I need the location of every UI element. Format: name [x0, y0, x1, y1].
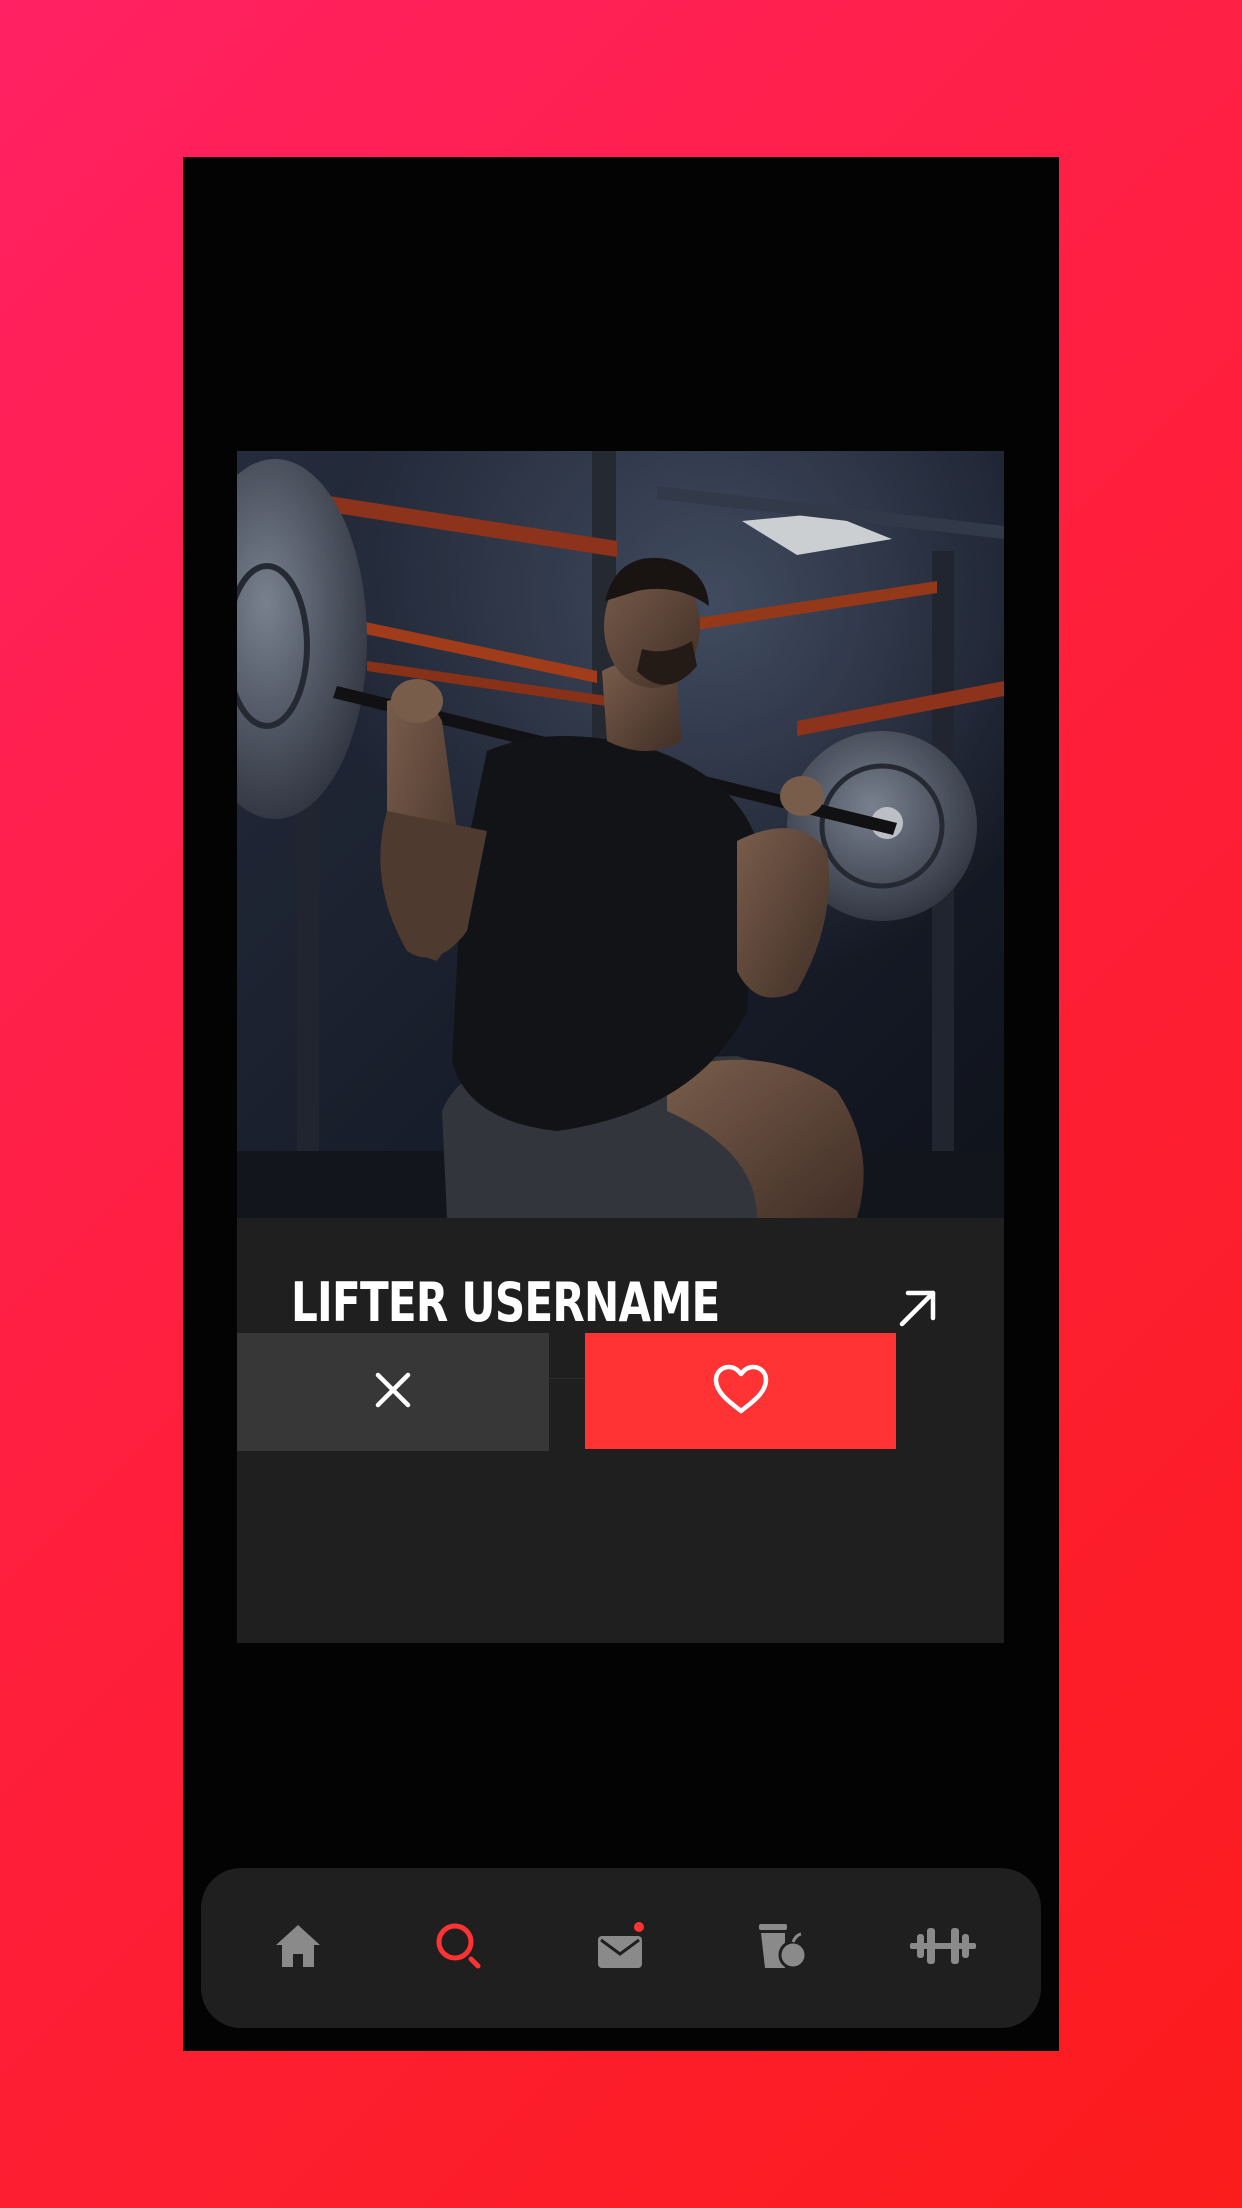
- heart-icon: [712, 1363, 770, 1420]
- gym-lifter-squat-photo: [237, 451, 1004, 1218]
- profile-photo: [237, 451, 1004, 1218]
- home-icon: [274, 1923, 322, 1974]
- nav-item-messages[interactable]: [591, 1918, 651, 1978]
- nav-item-nutrition[interactable]: [751, 1918, 811, 1978]
- dumbbell-icon: [909, 1924, 977, 1973]
- like-button[interactable]: [585, 1333, 896, 1449]
- search-icon: [434, 1921, 484, 1976]
- nutrition-icon: [755, 1920, 808, 1977]
- mail-icon: [595, 1921, 647, 1976]
- close-icon: [373, 1370, 413, 1415]
- arrow-up-right-icon[interactable]: [896, 1286, 940, 1330]
- nav-item-search[interactable]: [429, 1918, 489, 1978]
- profile-card: LIFTER USERNAME: [237, 451, 1004, 1643]
- nav-item-workouts[interactable]: [910, 1918, 976, 1978]
- phone-screen: LIFTER USERNAME: [183, 157, 1059, 2051]
- reject-button[interactable]: [237, 1333, 549, 1451]
- nav-item-home[interactable]: [268, 1918, 328, 1978]
- bottom-nav-bar: [201, 1868, 1041, 2028]
- profile-username: LIFTER USERNAME: [291, 1271, 720, 1334]
